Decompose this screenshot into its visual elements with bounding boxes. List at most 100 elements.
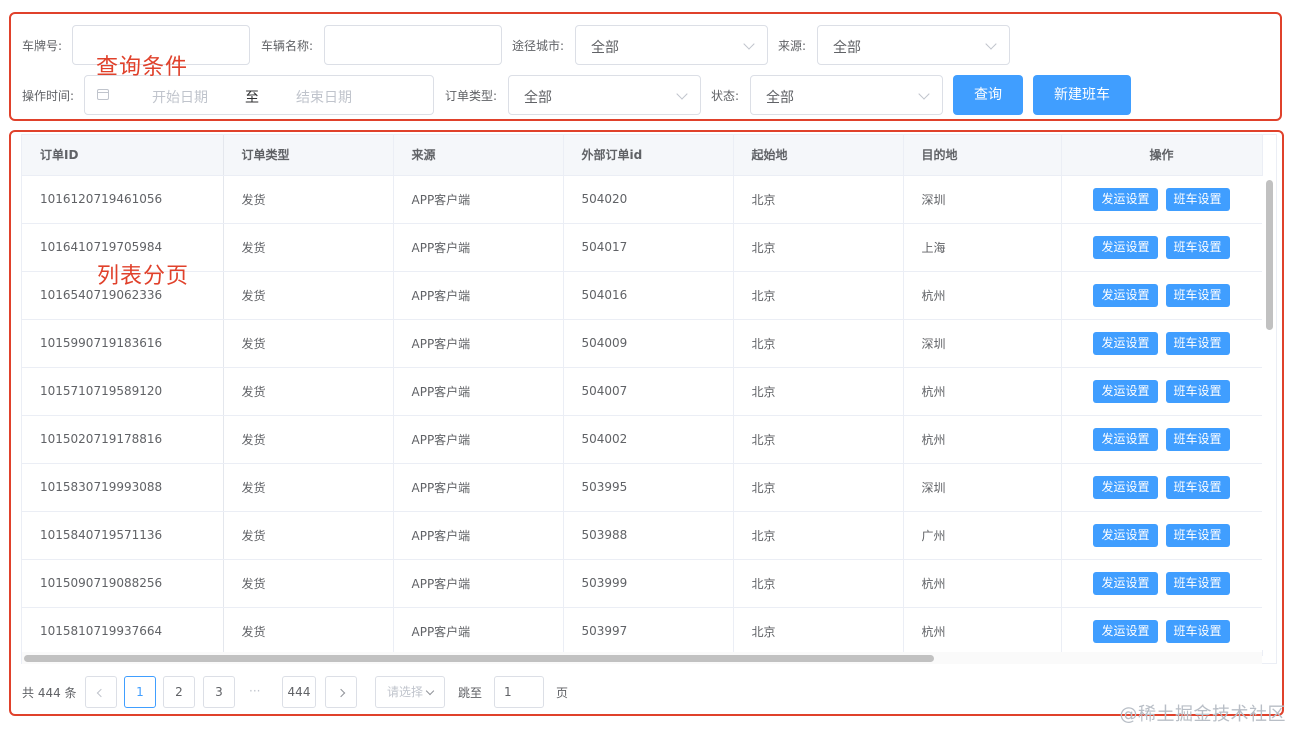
- query-button[interactable]: 查询: [953, 75, 1023, 115]
- bus-settings-button[interactable]: 班车设置: [1165, 283, 1230, 307]
- table-cell: 发货: [223, 319, 394, 368]
- horizontal-scrollbar[interactable]: [22, 652, 1262, 664]
- status-label: 状态:: [711, 89, 740, 103]
- page-button[interactable]: 444: [282, 676, 316, 708]
- table-cell: APP客户端: [393, 367, 564, 416]
- table-cell: APP客户端: [393, 271, 564, 320]
- table-cell: 北京: [733, 319, 904, 368]
- bus-settings-button[interactable]: 班车设置: [1165, 571, 1230, 595]
- bus-settings-button[interactable]: 班车设置: [1165, 379, 1230, 403]
- shipping-settings-button[interactable]: 发运设置: [1093, 379, 1158, 403]
- total-count: 共 444 条: [22, 686, 77, 700]
- bus-settings-button[interactable]: 班车设置: [1165, 235, 1230, 259]
- order-type-select-value: 全部: [524, 90, 552, 106]
- table-cell: 杭州: [903, 271, 1062, 320]
- table-cell: 发货: [223, 175, 394, 224]
- table-cell: 北京: [733, 367, 904, 416]
- jump-label: 跳至: [458, 686, 483, 700]
- new-bus-button[interactable]: 新建班车: [1033, 75, 1131, 115]
- column-header: 起始地: [733, 135, 904, 176]
- table-row: 1015810719937664 发货 APP客户端 503997 北京 杭州 发运设置 班车…: [22, 607, 1263, 656]
- table-cell: 北京: [733, 223, 904, 272]
- prev-page-button[interactable]: [85, 676, 117, 708]
- op-time-label: 操作时间:: [22, 89, 75, 103]
- chevron-down-icon: [743, 38, 755, 50]
- shipping-settings-button[interactable]: 发运设置: [1093, 427, 1158, 451]
- page-size-select[interactable]: 请选择: [375, 676, 445, 708]
- city-select[interactable]: 全部: [575, 25, 768, 65]
- chevron-down-icon: [425, 686, 435, 696]
- bus-settings-button[interactable]: 班车设置: [1165, 523, 1230, 547]
- source-select[interactable]: 全部: [817, 25, 1010, 65]
- start-date-input[interactable]: 开始日期: [152, 87, 208, 107]
- table-cell: 杭州: [903, 367, 1062, 416]
- scroll-thumb[interactable]: [24, 655, 934, 662]
- status-select[interactable]: 全部: [750, 75, 943, 115]
- bus-settings-button[interactable]: 班车设置: [1165, 187, 1230, 211]
- page-button[interactable]: 2: [163, 676, 195, 708]
- chevron-down-icon: [985, 38, 997, 50]
- shipping-settings-button[interactable]: 发运设置: [1093, 235, 1158, 259]
- order-type-select[interactable]: 全部: [508, 75, 701, 115]
- chevron-left-icon: [96, 688, 106, 698]
- column-header: 订单类型: [223, 135, 394, 176]
- bus-settings-button[interactable]: 班车设置: [1165, 427, 1230, 451]
- shipping-settings-button[interactable]: 发运设置: [1093, 475, 1158, 499]
- source-label: 来源:: [778, 39, 807, 53]
- table-row: 1016120719461056 发货 APP客户端 504020 北京 深圳 发运设置 班车…: [22, 175, 1263, 224]
- table-cell: 发货: [223, 415, 394, 464]
- order-type-label: 订单类型:: [445, 89, 498, 103]
- table-cell: 1015090719088256: [22, 559, 224, 608]
- shipping-settings-button[interactable]: 发运设置: [1093, 283, 1158, 307]
- page-ellipsis[interactable]: ···: [249, 684, 260, 698]
- order-table: 订单ID 订单类型 来源 外部订单id 起始地 目的地 操作 101612071…: [21, 134, 1277, 664]
- plate-label: 车牌号:: [22, 39, 63, 53]
- table-cell: 深圳: [903, 463, 1062, 512]
- next-page-button[interactable]: [325, 676, 357, 708]
- table-cell: 503988: [563, 511, 734, 560]
- table-cell: 504017: [563, 223, 734, 272]
- table-cell: 504009: [563, 319, 734, 368]
- table-cell: 504020: [563, 175, 734, 224]
- bus-settings-button[interactable]: 班车设置: [1165, 619, 1230, 643]
- status-select-value: 全部: [766, 90, 794, 106]
- table-cell: 1015020719178816: [22, 415, 224, 464]
- table-cell: APP客户端: [393, 463, 564, 512]
- watermark: @稀土掘金技术社区: [1119, 704, 1286, 725]
- city-label: 途径城市:: [512, 39, 565, 53]
- vertical-scrollbar[interactable]: [1262, 176, 1276, 650]
- table-header-row: 订单ID 订单类型 来源 外部订单id 起始地 目的地 操作: [22, 135, 1263, 176]
- shipping-settings-button[interactable]: 发运设置: [1093, 571, 1158, 595]
- bus-settings-button[interactable]: 班车设置: [1165, 475, 1230, 499]
- bus-settings-button[interactable]: 班车设置: [1165, 331, 1230, 355]
- table-cell: 504002: [563, 415, 734, 464]
- table-cell: 1016120719461056: [22, 175, 224, 224]
- table-cell: 发货: [223, 367, 394, 416]
- shipping-settings-button[interactable]: 发运设置: [1093, 331, 1158, 355]
- jump-input[interactable]: 1: [494, 676, 544, 708]
- table-cell: 杭州: [903, 559, 1062, 608]
- table-cell: 503999: [563, 559, 734, 608]
- table-cell: 504016: [563, 271, 734, 320]
- vehicle-name-input[interactable]: [324, 25, 502, 65]
- table-cell: 发货: [223, 607, 394, 656]
- page-button[interactable]: 1: [124, 676, 156, 708]
- end-date-input[interactable]: 结束日期: [296, 87, 352, 107]
- page-button[interactable]: 3: [203, 676, 235, 708]
- table-cell: 杭州: [903, 607, 1062, 656]
- table-cell: 深圳: [903, 319, 1062, 368]
- shipping-settings-button[interactable]: 发运设置: [1093, 619, 1158, 643]
- table-row: 1015840719571136 发货 APP客户端 503988 北京 广州 发运设置 班车…: [22, 511, 1263, 560]
- column-header: 目的地: [903, 135, 1062, 176]
- table-cell: 发货: [223, 511, 394, 560]
- date-range-picker[interactable]: 开始日期 至 结束日期: [84, 75, 434, 115]
- table-cell-actions: 发运设置 班车设置: [1060, 511, 1263, 560]
- table-cell-actions: 发运设置 班车设置: [1060, 559, 1263, 608]
- chevron-down-icon: [676, 88, 688, 100]
- table-cell: 北京: [733, 463, 904, 512]
- table-cell: 北京: [733, 175, 904, 224]
- shipping-settings-button[interactable]: 发运设置: [1093, 187, 1158, 211]
- shipping-settings-button[interactable]: 发运设置: [1093, 523, 1158, 547]
- table-cell: APP客户端: [393, 511, 564, 560]
- scroll-thumb[interactable]: [1266, 180, 1273, 330]
